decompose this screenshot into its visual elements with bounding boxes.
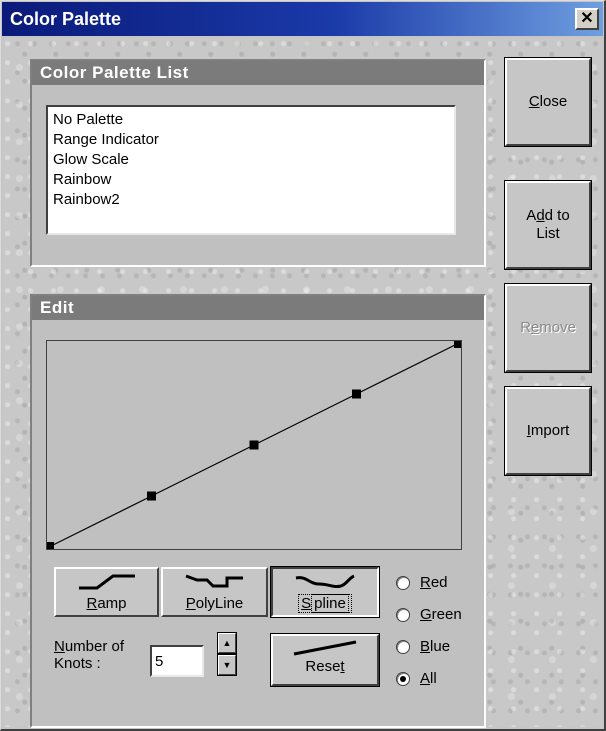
import-button-label: Import xyxy=(526,422,570,439)
knots-input[interactable] xyxy=(150,645,204,677)
remove-button[interactable]: Remove xyxy=(504,283,592,373)
up-arrow-icon[interactable]: ▲ xyxy=(217,632,237,654)
add-to-list-button[interactable]: Add to List xyxy=(504,180,592,270)
all-radio-dot[interactable] xyxy=(396,671,410,686)
add-to-list-label-line2: List xyxy=(536,225,560,242)
blue-radio-dot[interactable] xyxy=(396,639,410,654)
blue-radio-label: Blue xyxy=(420,638,451,655)
green-radio-label: Green xyxy=(420,606,462,623)
spline-label: Spline xyxy=(273,594,377,613)
polyline-button[interactable]: PolyLine xyxy=(161,567,268,617)
ramp-button[interactable]: Ramp xyxy=(54,567,159,617)
palette-list-header: Color Palette List xyxy=(32,61,484,85)
list-item[interactable]: No Palette xyxy=(53,110,449,130)
reset-button[interactable]: Reset xyxy=(270,633,380,687)
ramp-curve-icon xyxy=(78,574,135,590)
spline-curve-icon xyxy=(295,574,355,589)
curve-knot[interactable] xyxy=(352,389,361,399)
title-bar: Color Palette ✕ xyxy=(2,2,603,36)
list-item[interactable]: Glow Scale xyxy=(53,150,449,170)
all-radio[interactable]: All xyxy=(396,670,437,687)
dialog-client-area: Color Palette List No Palette Range Indi… xyxy=(3,38,602,728)
curve-knot[interactable] xyxy=(249,440,259,450)
import-button[interactable]: Import xyxy=(504,386,592,476)
color-palette-window: Color Palette ✕ Color Palette List No Pa… xyxy=(0,0,606,731)
red-radio-label: Red xyxy=(420,574,448,591)
green-radio-dot[interactable] xyxy=(396,607,410,622)
reset-button-label: Reset xyxy=(305,658,345,675)
curve-knot[interactable] xyxy=(47,542,54,549)
curve-editor[interactable] xyxy=(46,340,462,550)
palette-list-group: Color Palette List No Palette Range Indi… xyxy=(30,59,486,267)
green-radio[interactable]: Green xyxy=(396,606,462,623)
blue-radio[interactable]: Blue xyxy=(396,638,450,655)
list-item[interactable]: Range Indicator xyxy=(53,130,449,150)
list-item[interactable]: Rainbow2 xyxy=(53,190,449,210)
ramp-label: Ramp xyxy=(86,595,127,612)
curve-knot[interactable] xyxy=(454,341,461,348)
curve-canvas[interactable] xyxy=(47,341,461,549)
down-arrow-icon[interactable]: ▼ xyxy=(217,654,237,676)
edit-group: Edit Ramp PolyLine Spline Red Green Blue… xyxy=(30,294,486,728)
add-to-list-label: Add to xyxy=(526,207,570,224)
reset-line-icon xyxy=(293,640,357,656)
remove-button-label: Remove xyxy=(520,319,576,336)
polyline-curve-icon xyxy=(184,574,243,588)
polyline-label: PolyLine xyxy=(185,595,244,612)
red-radio-dot[interactable] xyxy=(396,575,410,590)
close-button-label: Close xyxy=(528,93,568,110)
window-title: Color Palette xyxy=(10,8,122,29)
all-radio-label: All xyxy=(420,670,437,687)
list-item[interactable]: Rainbow xyxy=(53,170,449,190)
edit-header: Edit xyxy=(32,296,484,320)
close-icon[interactable]: ✕ xyxy=(575,8,599,30)
knots-label: Number of Knots : xyxy=(54,638,125,672)
close-button[interactable]: Close xyxy=(504,57,592,147)
curve-knot[interactable] xyxy=(147,491,156,501)
palette-listbox[interactable]: No Palette Range Indicator Glow Scale Ra… xyxy=(46,105,456,235)
spline-button[interactable]: Spline xyxy=(270,566,380,618)
red-radio[interactable]: Red xyxy=(396,574,448,591)
